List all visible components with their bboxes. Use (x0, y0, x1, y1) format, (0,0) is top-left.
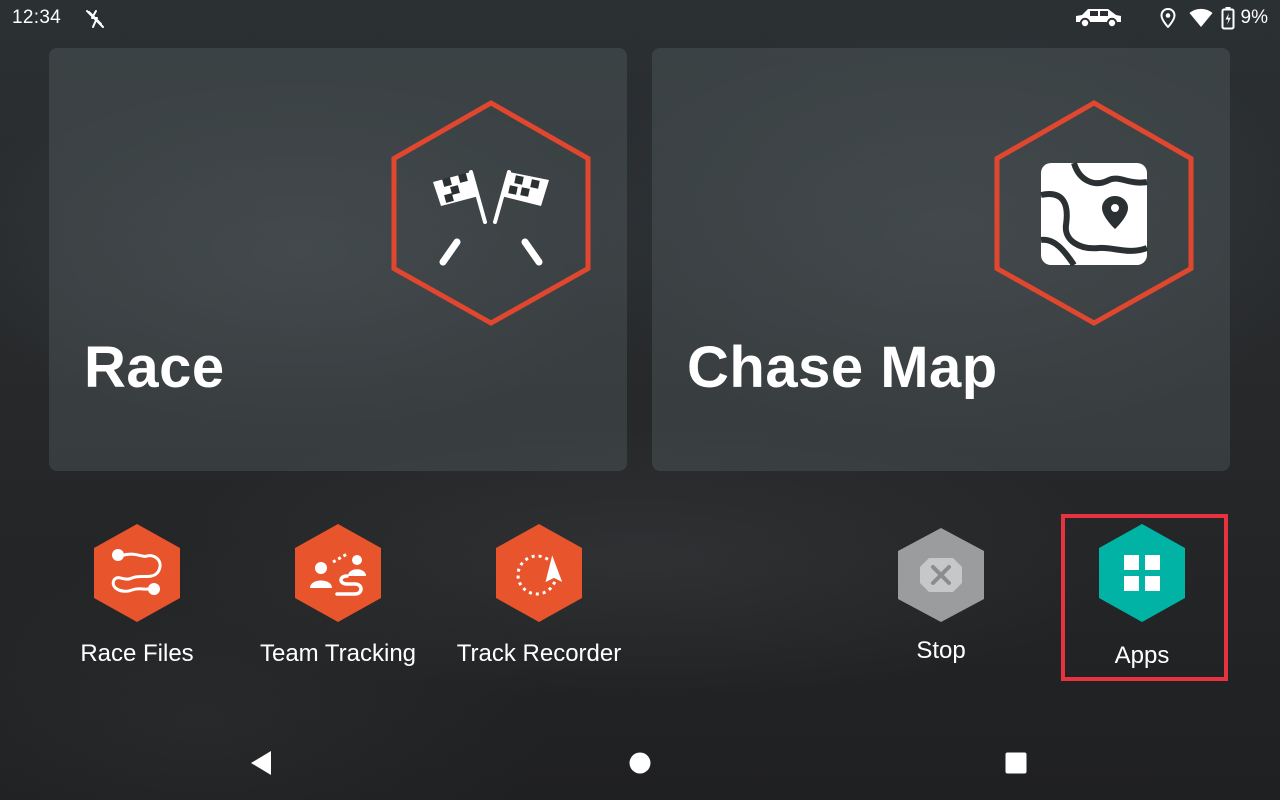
stop-label: Stop (916, 637, 966, 664)
apps-grid-icon (1099, 524, 1185, 622)
nav-back-button[interactable] (241, 748, 281, 782)
track-recorder-label: Track Recorder (456, 640, 622, 667)
team-tracking-label: Team Tracking (259, 640, 417, 667)
apps-button[interactable]: Apps (1052, 522, 1232, 672)
chase-map-tile-title: Chase Map (687, 335, 998, 400)
location-pin-icon (1160, 8, 1176, 28)
checkered-flags-icon (391, 100, 591, 326)
nav-home-button[interactable] (620, 748, 660, 782)
race-tile[interactable]: Race (49, 48, 627, 471)
no-sync-icon (86, 10, 104, 28)
track-recorder-icon (496, 524, 582, 622)
track-recorder-button[interactable]: Track Recorder (449, 522, 629, 672)
status-time: 12:34 (12, 7, 62, 28)
map-pin-icon (994, 100, 1194, 326)
home-icon (629, 752, 651, 774)
stop-button[interactable]: Stop (851, 522, 1031, 672)
team-tracking-button[interactable]: Team Tracking (248, 522, 428, 672)
route-icon (94, 524, 180, 622)
race-tile-title: Race (84, 335, 225, 400)
recents-icon (1005, 752, 1027, 774)
race-files-button[interactable]: Race Files (47, 522, 227, 672)
stop-x-icon (898, 528, 984, 622)
race-files-label: Race Files (80, 640, 194, 667)
nav-recents-button[interactable] (996, 748, 1036, 782)
battery-charging-icon (1221, 7, 1235, 30)
status-bar: 12:34 9% (0, 0, 1280, 36)
vehicle-icon (1076, 9, 1121, 29)
wifi-icon (1189, 8, 1213, 27)
back-icon (251, 751, 271, 775)
chase-map-tile[interactable]: Chase Map (652, 48, 1230, 471)
team-tracking-icon (295, 524, 381, 622)
battery-percentage: 9% (1240, 7, 1268, 28)
apps-label: Apps (1114, 642, 1170, 669)
